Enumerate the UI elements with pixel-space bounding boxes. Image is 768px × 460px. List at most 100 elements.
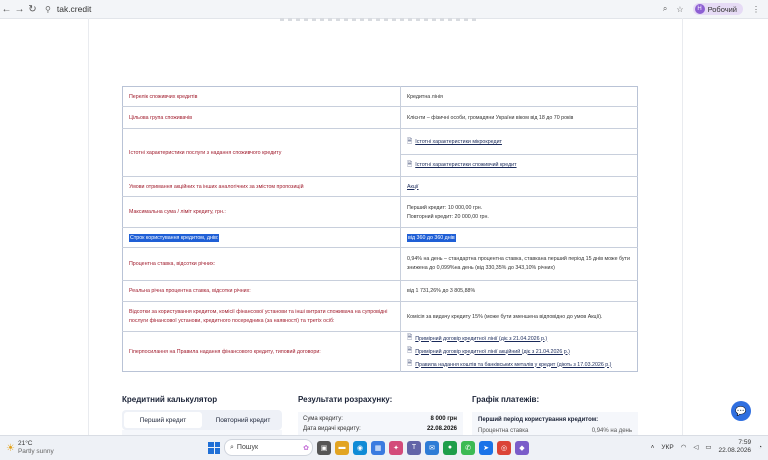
sum-label: Сума кредиту: (303, 416, 343, 422)
sum-value: 8 000 грн (430, 416, 457, 422)
top-decoration (280, 18, 480, 21)
zoom-icon[interactable]: ⌕ (663, 4, 667, 14)
right-border (682, 18, 683, 435)
results-title: Результати розрахунку: (298, 395, 393, 404)
address-bar[interactable]: tak.credit (57, 4, 92, 14)
row-value: Комісія за видачу кредиту 15% (може бути… (400, 301, 638, 332)
edge-icon[interactable]: ◉ (353, 440, 367, 455)
clock[interactable]: 7:59 22.08.2026 (719, 439, 752, 455)
document-icon: 🗎 (407, 360, 413, 367)
row-value: від 1 731,26% до 3 805,88% (400, 280, 638, 302)
row-value: 🗎 Примірний договір кредитної лінії (діє… (401, 332, 638, 372)
bookmark-star-icon[interactable]: ☆ (676, 5, 683, 14)
tray-chevron-icon[interactable]: ˄ (651, 444, 655, 451)
task-view-icon[interactable]: ▣ (317, 440, 331, 455)
wifi-icon[interactable]: ◠ (681, 443, 687, 451)
system-tray: ˄ УКР ◠ ◁ ▭ 7:59 22.08.2026 ◔ (651, 439, 762, 455)
table-row: Максимальна сума / ліміт кредиту, грн.: … (122, 196, 638, 228)
table-row: Перелік споживчих кредитів Кредитна ліні… (122, 86, 638, 107)
table-row: Строк користування кредитом, днів: від 3… (122, 227, 638, 248)
schedule-title: Графік платежів: (472, 395, 540, 404)
search-placeholder: Пошук (236, 444, 259, 451)
table-row: Умови отримання акційних та інших аналог… (122, 176, 638, 197)
teams-icon[interactable]: T (407, 440, 421, 455)
document-icon: 🗎 (407, 334, 413, 341)
row-label: Істотні характеристики послуги з надання… (122, 128, 401, 177)
result-row: Дата видачі кредиту: 22.08.2026 (298, 422, 463, 432)
app-green-icon[interactable]: ● (443, 440, 457, 455)
clock-date: 22.08.2026 (718, 447, 752, 454)
table-row: Гіперпосилання на Правила надання фінанс… (122, 331, 638, 372)
schedule-rate-value: 0,94% на день (591, 428, 632, 434)
weather-widget[interactable]: ☀ 21°C Partly sunny (6, 440, 102, 456)
table-row: Істотні характеристики послуги з надання… (122, 128, 638, 177)
forward-icon[interactable]: → (13, 4, 26, 15)
result-row: Сума кредиту: 8 000 грн (298, 412, 463, 422)
chars-consumer-credit-link[interactable]: Істотні характеристики споживчий кредит (415, 162, 516, 168)
tab-repeat-credit[interactable]: Повторний кредит (204, 410, 282, 430)
chars-microcredit-link[interactable]: Істотні характеристики мікрокредит (415, 139, 502, 145)
row-label: Цільова група споживачів (122, 106, 401, 129)
table-row: Відсотки за користування кредитом, коміс… (122, 301, 638, 332)
temperature: 21°C (17, 440, 33, 447)
credit-rules-link[interactable]: Правила надання коштів та банківських ме… (415, 362, 611, 368)
doc-link-row: 🗎 Правила надання коштів та банківських … (407, 358, 631, 371)
chrome-icon[interactable]: ◎ (497, 440, 511, 455)
sample-promo-contract-link[interactable]: Примірний договір кредитної лінії акційн… (415, 349, 570, 355)
table-row: Процентна ставка, відсотки річних: 0,94%… (122, 247, 638, 281)
term-label-highlight: Строк користування кредитом, днів: (129, 233, 220, 242)
date-value: 22.08.2026 (426, 426, 457, 432)
row-value: 🗎 Істотні характеристики мікрокредит 🗎 І… (400, 128, 638, 177)
document-icon: 🗎 (407, 160, 413, 168)
file-explorer-icon[interactable]: ▬ (335, 440, 349, 455)
calculator-tabs: Перший кредит Повторний кредит (122, 410, 282, 430)
sample-contract-link[interactable]: Примірний договір кредитної лінії (діє з… (415, 336, 547, 342)
search-highlight-icon: ✿ (303, 444, 309, 452)
schedule-row: Процентна ставка 0,94% на день (472, 423, 638, 434)
telegram-icon[interactable]: ➤ (479, 440, 493, 455)
language-indicator[interactable]: УКР (661, 444, 673, 451)
back-icon[interactable]: ← (0, 4, 13, 15)
row-label: Відсотки за користування кредитом, коміс… (122, 301, 401, 332)
promo-link[interactable]: Акції (407, 184, 419, 190)
row-label: Умови отримання акційних та інших аналог… (122, 176, 401, 197)
chat-bubble-icon[interactable]: 💬 (731, 401, 751, 421)
table-row: Цільова група споживачів Клієнти – фізич… (122, 106, 638, 129)
document-icon: 🗎 (407, 137, 413, 145)
profile-button[interactable]: Н Робочий (692, 3, 743, 15)
avatar: Н (694, 4, 705, 14)
copilot-icon[interactable]: ✦ (389, 440, 403, 455)
menu-dots-icon[interactable]: ⋮ (752, 5, 760, 14)
doc-link-row: 🗎 Істотні характеристики мікрокредит (407, 130, 631, 154)
store-icon[interactable]: ▦ (371, 440, 385, 455)
volume-icon[interactable]: ◁ (693, 443, 698, 451)
row-label: Максимальна сума / ліміт кредиту, грн.: (122, 196, 401, 228)
page-content: Перелік споживчих кредитів Кредитна ліні… (0, 18, 768, 435)
schedule-rate-label: Процентна ставка (478, 428, 529, 434)
row-value: Клієнти – фізичні особи, громадяни Украї… (400, 106, 638, 129)
term-value-highlight: від 360 до 360 днів (407, 233, 456, 242)
row-label: Процентна ставка, відсотки річних: (122, 247, 401, 281)
app-purple-icon[interactable]: ◆ (515, 440, 529, 455)
row-label: Строк користування кредитом, днів: (122, 227, 401, 248)
windows-taskbar: ☀ 21°C Partly sunny ⌕ Пошук ✿ ▣ ▬ ◉ ▦ ✦ … (0, 435, 768, 460)
taskbar-search[interactable]: ⌕ Пошук ✿ (224, 439, 313, 456)
notifications-icon[interactable]: ◔ (758, 444, 762, 451)
doc-link-row: 🗎 Примірний договір кредитної лінії (діє… (407, 332, 631, 345)
mail-icon[interactable]: ✉ (425, 440, 439, 455)
calculator-title: Кредитний калькулятор (122, 395, 218, 404)
max-first: Перший кредит: 10 000,00 грн. (407, 204, 483, 211)
site-info-icon[interactable]: ⚲ (45, 5, 51, 14)
start-windows-icon[interactable] (208, 441, 220, 454)
reload-icon[interactable]: ↻ (26, 4, 39, 15)
phone-icon[interactable]: ✆ (461, 440, 475, 455)
clock-time: 7:59 (738, 439, 752, 446)
row-value: Перший кредит: 10 000,00 грн. Повторний … (400, 196, 638, 228)
battery-icon[interactable]: ▭ (705, 443, 711, 451)
search-icon: ⌕ (230, 443, 234, 451)
schedule-period-title: Перший період користування кредитом: (478, 417, 599, 423)
doc-link-row: 🗎 Примірний договір кредитної лінії акці… (407, 345, 631, 358)
left-border (88, 18, 89, 435)
row-value: від 360 до 360 днів (400, 227, 638, 248)
tab-first-credit[interactable]: Перший кредит (124, 412, 202, 428)
